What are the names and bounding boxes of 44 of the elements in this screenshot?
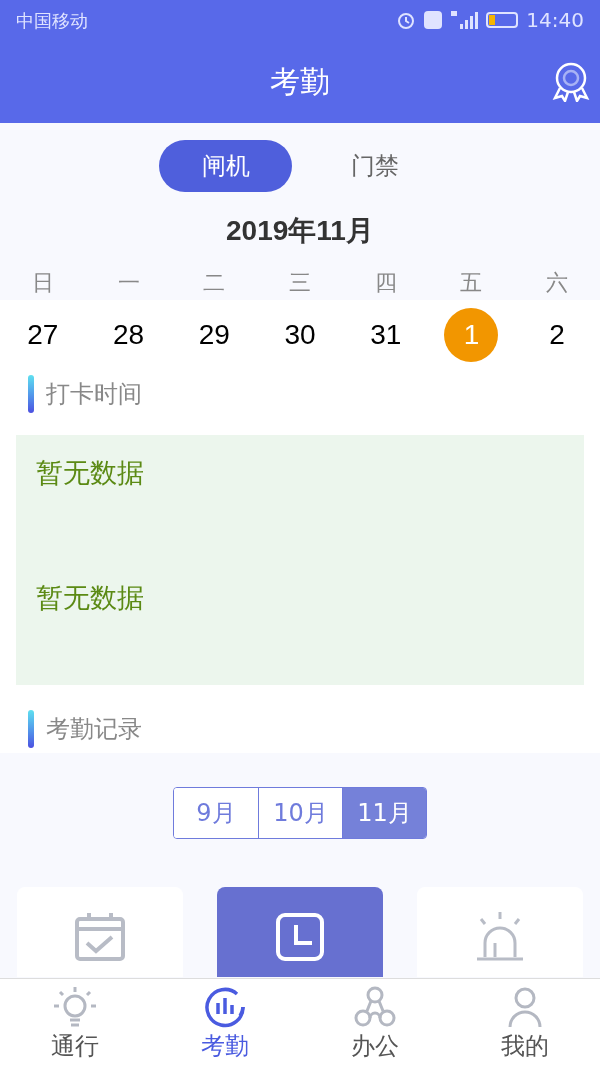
battery-icon	[486, 12, 519, 28]
stat-card[interactable]	[217, 887, 383, 977]
empty-message: 暂无数据	[36, 456, 145, 490]
section-marker	[28, 375, 34, 413]
award-icon[interactable]	[552, 62, 590, 102]
clock-time: 14:40	[526, 7, 584, 34]
weekday-label: 四	[373, 268, 398, 297]
calendar-day[interactable]: 27	[15, 308, 70, 362]
nav-tab[interactable]: 办公	[300, 979, 450, 1067]
calendar-check-icon	[74, 911, 126, 963]
carrier: 中国移动	[16, 8, 88, 33]
calendar-day[interactable]: 31	[358, 308, 413, 362]
nodes-icon	[353, 986, 397, 1028]
weekday-label: 一	[116, 268, 141, 297]
person-icon	[507, 986, 543, 1028]
signal-icon	[450, 10, 479, 30]
nav-tab[interactable]: 通行	[0, 979, 150, 1067]
nav-tab[interactable]: 我的	[450, 979, 600, 1067]
weekday-label: 三	[288, 268, 312, 297]
siren-icon	[475, 911, 525, 963]
chart-icon	[204, 986, 246, 1028]
calendar-day[interactable]: 2	[530, 308, 585, 362]
month-title: 2019年11月	[225, 214, 375, 248]
nav-tab[interactable]: 考勤	[150, 979, 300, 1067]
weekday-label: 五	[459, 268, 484, 297]
section-marker	[28, 710, 34, 748]
lightbulb-icon	[53, 986, 97, 1028]
mode-tab[interactable]: 闸机	[159, 140, 292, 192]
alarm-icon	[396, 10, 417, 30]
weekday-label: 二	[202, 268, 227, 297]
calendar-day[interactable]: 28	[101, 308, 156, 362]
clock-icon	[276, 913, 324, 961]
empty-message: 暂无数据	[36, 581, 145, 615]
month-segment[interactable]: 10月	[258, 788, 342, 838]
month-segment[interactable]: 11月	[342, 788, 426, 838]
month-segment[interactable]: 9月	[174, 788, 258, 838]
weekday-label: 日	[30, 268, 55, 297]
section-title: 打卡时间	[46, 379, 142, 410]
section-title: 考勤记录	[46, 714, 142, 745]
calendar-day[interactable]: 29	[187, 308, 242, 362]
page-title: 考勤	[270, 63, 330, 101]
weekday-label: 六	[545, 268, 570, 297]
calendar-day[interactable]: 30	[273, 308, 327, 362]
mode-tab[interactable]: 门禁	[308, 140, 441, 192]
